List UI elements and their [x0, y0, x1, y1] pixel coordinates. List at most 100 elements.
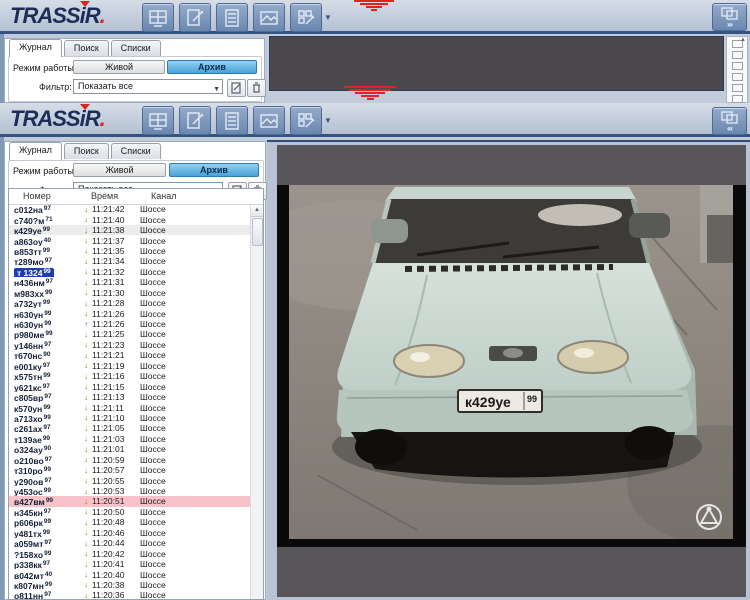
- plate-row[interactable]: с012на97 ↓ 11:21:42 Шоссе: [9, 204, 251, 214]
- event-channel: Шоссе: [140, 496, 251, 506]
- plate-table: Номер Время Канал с012на97 ↓ 11:21:42 Шо…: [8, 188, 264, 600]
- live-mode-button[interactable]: Живой: [73, 163, 166, 177]
- plate-row[interactable]: у481тх99 ↓ 11:20:46 Шоссе: [9, 528, 251, 538]
- filter-combobox[interactable]: Показать все▼: [73, 79, 223, 94]
- plate-row[interactable]: р606рк99 ↓ 11:20:48 Шоссе: [9, 517, 251, 527]
- plate-row[interactable]: к807мн99 ↓ 11:20:38 Шоссе: [9, 580, 251, 590]
- event-channel: Шоссе: [140, 476, 251, 486]
- side-strip-panel[interactable]: ▲: [726, 36, 748, 103]
- edit-document-button[interactable]: [179, 3, 211, 32]
- plate-row[interactable]: н630ун99 ↑ 11:21:26 Шоссе: [9, 319, 251, 329]
- event-channel: Шоссе: [140, 465, 251, 475]
- direction-icon: ↓: [80, 580, 92, 589]
- layout-grid-button[interactable]: [142, 106, 174, 135]
- plate-row[interactable]: н436нм97 ↓ 11:21:31 Шоссе: [9, 277, 251, 287]
- plate-number: т139ае99: [9, 434, 80, 444]
- plate-row[interactable]: с740?м71 ↓ 11:21:40 Шоссе: [9, 214, 251, 224]
- direction-icon: ↓: [80, 424, 92, 433]
- plate-row[interactable]: а863оу40 ↓ 11:21:37 Шоссе: [9, 235, 251, 245]
- plate-row[interactable]: х575тн99 ↓ 11:21:16 Шоссе: [9, 371, 251, 381]
- plate-row[interactable]: у146нн97 ↓ 11:21:23 Шоссе: [9, 340, 251, 350]
- archive-mode-button[interactable]: Архив: [169, 163, 259, 177]
- tab-lists[interactable]: Списки: [111, 40, 161, 56]
- scrollbar-thumb[interactable]: [252, 218, 263, 246]
- table-scrollbar[interactable]: ▲: [250, 204, 263, 599]
- plate-row[interactable]: т310ро99 ↓ 11:20:57 Шоссе: [9, 465, 251, 475]
- direction-icon: ↓: [80, 257, 92, 266]
- car-video-frame: к429уе 99: [277, 185, 746, 547]
- strip-scroll-up-icon[interactable]: ▲: [740, 37, 746, 43]
- plate-row[interactable]: к570ун99 ↓ 11:21:11 Шоссе: [9, 402, 251, 412]
- plate-row[interactable]: т670нс90 ↓ 11:21:21 Шоссе: [9, 350, 251, 360]
- settings-dropdown-arrow-icon[interactable]: ▼: [324, 13, 332, 22]
- plate-row[interactable]: т139ае99 ↓ 11:21:03 Шоссе: [9, 434, 251, 444]
- tab-search[interactable]: Поиск: [64, 40, 109, 56]
- event-time: 11:21:03: [92, 434, 140, 444]
- event-time: 11:21:28: [92, 298, 140, 308]
- direction-icon: ↓: [80, 330, 92, 339]
- archive-photo-button[interactable]: [253, 106, 285, 135]
- settings-grid-button[interactable]: [290, 106, 322, 135]
- document-list-button[interactable]: [216, 3, 248, 32]
- col-time[interactable]: Время: [91, 191, 118, 201]
- plate-row[interactable]: у453ос99 ↓ 11:20:53 Шоссе: [9, 486, 251, 496]
- plate-row[interactable]: а059мт97 ↓ 11:20:44 Шоссе: [9, 538, 251, 548]
- event-time: 11:20:55: [92, 476, 140, 486]
- clear-list-button[interactable]: [247, 79, 266, 97]
- layout-grid-button[interactable]: [142, 3, 174, 32]
- video-view-main[interactable]: к429уе 99: [277, 145, 746, 597]
- col-channel[interactable]: Канал: [151, 191, 176, 201]
- plate-row[interactable]: с805вр97 ↓ 11:21:13 Шоссе: [9, 392, 251, 402]
- event-time: 11:21:13: [92, 392, 140, 402]
- tab-journal[interactable]: Журнал: [9, 39, 62, 57]
- plate-row[interactable]: е001ку97 ↓ 11:21:19 Шоссе: [9, 361, 251, 371]
- plate-row[interactable]: с261ах97 ↓ 11:21:05 Шоссе: [9, 423, 251, 433]
- edit-document-button[interactable]: [179, 106, 211, 135]
- plate-number: н630ун99: [9, 308, 80, 318]
- expand-panel-button[interactable]: ‹‹‹: [712, 107, 747, 135]
- scrollbar-up-icon[interactable]: ▲: [251, 204, 263, 217]
- combo-arrow-icon[interactable]: ▼: [213, 83, 220, 96]
- plate-row[interactable]: о324ау90 ↓ 11:21:01 Шоссе: [9, 444, 251, 454]
- plate-row[interactable]: в853тт99 ↓ 11:21:35 Шоссе: [9, 246, 251, 256]
- mode-label: Режим работы:: [13, 63, 76, 73]
- tab-lists[interactable]: Списки: [111, 143, 161, 159]
- plate-row[interactable]: т 132499 ↓ 11:21:32 Шоссе: [9, 267, 251, 277]
- settings-dropdown-arrow-icon[interactable]: ▼: [324, 116, 332, 125]
- plate-row[interactable]: р338кк97 ↓ 11:20:41 Шоссе: [9, 559, 251, 569]
- plate-number: у146нн97: [9, 340, 80, 350]
- new-note-button[interactable]: [227, 79, 246, 97]
- archive-mode-button[interactable]: Архив: [167, 60, 257, 74]
- plate-number: е001ку97: [9, 361, 80, 371]
- plate-row[interactable]: о811нн97 ↓ 11:20:36 Шоссе: [9, 590, 251, 600]
- collapse-panel-button[interactable]: ›››: [712, 3, 747, 31]
- col-number[interactable]: Номер: [23, 191, 51, 201]
- plate-row[interactable]: у290ов97 ↓ 11:20:55 Шоссе: [9, 475, 251, 485]
- plate-number: т289мо97: [9, 256, 80, 266]
- event-channel: Шоссе: [140, 256, 251, 266]
- video-view-top[interactable]: [269, 36, 724, 91]
- event-time: 11:21:25: [92, 329, 140, 339]
- plate-row[interactable]: а713хо99 ↓ 11:21:10 Шоссе: [9, 413, 251, 423]
- plate-row[interactable]: у621кс97 ↓ 11:21:15 Шоссе: [9, 381, 251, 391]
- plate-row[interactable]: в042мт40 ↓ 11:20:40 Шоссе: [9, 569, 251, 579]
- settings-grid-button[interactable]: [290, 3, 322, 32]
- direction-icon: ↓: [80, 288, 92, 297]
- plate-row[interactable]: в427вм99 ↓ 11:20:51 Шоссе: [9, 496, 251, 506]
- plate-row[interactable]: р980ме99 ↓ 11:21:25 Шоссе: [9, 329, 251, 339]
- direction-icon: ↓: [80, 507, 92, 516]
- tab-journal[interactable]: Журнал: [9, 142, 62, 160]
- plate-row[interactable]: н630ун99 ↓ 11:21:26 Шоссе: [9, 308, 251, 318]
- tab-search[interactable]: Поиск: [64, 143, 109, 159]
- plate-row[interactable]: к429уе99 ↓ 11:21:38 Шоссе: [9, 225, 251, 235]
- plate-row[interactable]: а732ут99 ↓ 11:21:28 Шоссе: [9, 298, 251, 308]
- plate-row[interactable]: н345кн97 ↓ 11:20:50 Шоссе: [9, 507, 251, 517]
- plate-number: о811нн97: [9, 590, 80, 600]
- plate-row[interactable]: т289мо97 ↓ 11:21:34 Шоссе: [9, 256, 251, 266]
- plate-row[interactable]: о210во97 ↓ 11:20:59 Шоссе: [9, 455, 251, 465]
- archive-photo-button[interactable]: [253, 3, 285, 32]
- plate-row[interactable]: м983хх99 ↓ 11:21:30 Шоссе: [9, 288, 251, 298]
- plate-row[interactable]: ?158хо99 ↓ 11:20:42 Шоссе: [9, 548, 251, 558]
- live-mode-button[interactable]: Живой: [73, 60, 165, 74]
- document-list-button[interactable]: [216, 106, 248, 135]
